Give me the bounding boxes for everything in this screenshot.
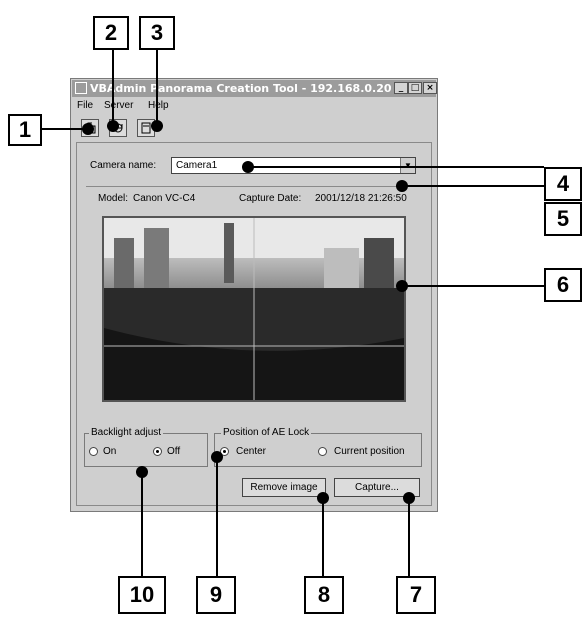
callout-line-3 xyxy=(156,50,158,124)
capture-date-value: 2001/12/18 21:26:50 xyxy=(315,193,407,204)
ae-center-label: Center xyxy=(236,446,267,457)
callout-line-9 xyxy=(216,456,218,576)
ae-lock-group-title: Position of AE Lock xyxy=(221,427,312,438)
callout-3: 3 xyxy=(139,16,175,50)
callout-line-5 xyxy=(402,185,544,187)
city-photo xyxy=(104,218,404,400)
callout-dot-8 xyxy=(317,492,329,504)
backlight-group-title: Backlight adjust xyxy=(89,427,164,438)
callout-line-7 xyxy=(408,497,410,576)
callout-dot-4 xyxy=(242,161,254,173)
callout-8: 8 xyxy=(304,576,344,614)
backlight-off-label: Off xyxy=(167,446,181,457)
callout-dot-6 xyxy=(396,280,408,292)
menu-help[interactable]: Help xyxy=(148,100,169,111)
menu-server[interactable]: Server xyxy=(104,100,133,111)
callout-line-10 xyxy=(141,470,143,576)
minimize-button[interactable]: _ xyxy=(394,82,408,94)
callout-dot-7 xyxy=(403,492,415,504)
menu-file[interactable]: File xyxy=(77,100,93,111)
callout-10: 10 xyxy=(118,576,166,614)
callout-line-1 xyxy=(42,128,87,130)
close-button[interactable]: × xyxy=(423,82,437,94)
callout-1: 1 xyxy=(8,114,42,146)
callout-7: 7 xyxy=(396,576,436,614)
maximize-button[interactable]: □ xyxy=(408,82,422,94)
model-label: Model: xyxy=(98,193,129,204)
callout-6: 6 xyxy=(544,268,582,302)
divider xyxy=(86,186,418,187)
backlight-on-radio[interactable] xyxy=(89,447,98,456)
callout-line-2 xyxy=(112,50,114,124)
callout-line-4 xyxy=(246,166,544,168)
callout-4: 4 xyxy=(544,167,582,201)
callout-dot-2 xyxy=(107,120,119,132)
callout-line-8 xyxy=(322,497,324,576)
ae-current-radio[interactable] xyxy=(318,447,327,456)
app-icon xyxy=(75,82,87,94)
callout-9: 9 xyxy=(196,576,236,614)
callout-dot-3 xyxy=(151,120,163,132)
model-value: Canon VC-C4 xyxy=(133,193,196,204)
menu-bar: File Server Help xyxy=(72,98,436,114)
callout-dot-9 xyxy=(211,451,223,463)
captured-image xyxy=(102,216,406,402)
callout-2: 2 xyxy=(93,16,129,50)
window-title: VBAdmin Panorama Creation Tool - 192.168… xyxy=(90,82,392,95)
callout-dot-1 xyxy=(82,123,94,135)
remove-image-button[interactable]: Remove image xyxy=(242,478,326,497)
ae-current-label: Current position xyxy=(334,446,405,457)
callout-5: 5 xyxy=(544,202,582,236)
camera-name-value: Camera1 xyxy=(176,160,218,171)
title-bar: VBAdmin Panorama Creation Tool - 192.168… xyxy=(72,80,437,97)
callout-dot-5 xyxy=(396,180,408,192)
camera-name-label: Camera name: xyxy=(90,160,157,171)
callout-dot-10 xyxy=(136,466,148,478)
capture-date-label: Capture Date: xyxy=(239,193,302,204)
callout-line-6 xyxy=(402,285,544,287)
backlight-off-radio[interactable] xyxy=(153,447,162,456)
backlight-on-label: On xyxy=(103,446,117,457)
